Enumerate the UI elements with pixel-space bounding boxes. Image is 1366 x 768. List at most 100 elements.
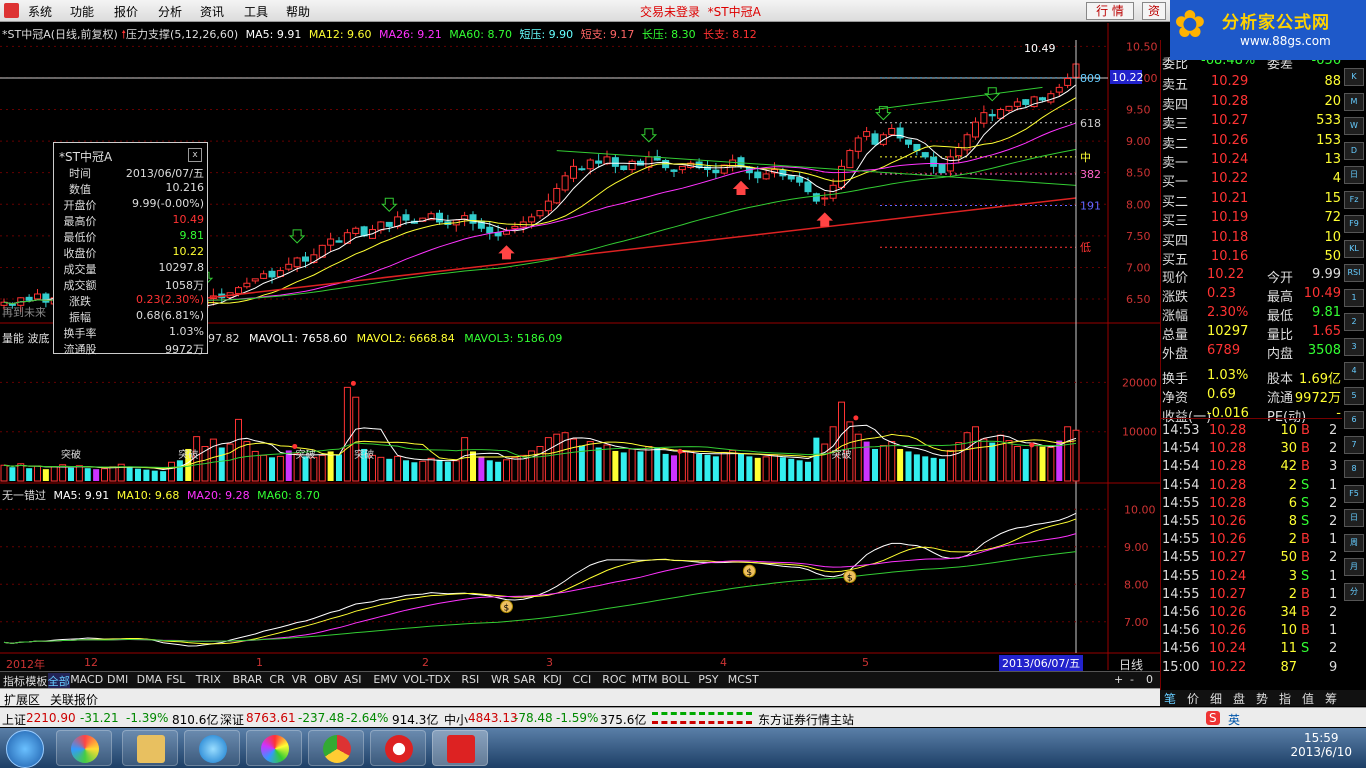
menu-quote[interactable]: 报价: [114, 3, 138, 20]
tab-指标[interactable]: 指标: [3, 673, 25, 689]
tab-psy[interactable]: PSY: [698, 673, 718, 686]
taskbar-player[interactable]: [370, 730, 426, 766]
tab-ctrl-2[interactable]: 0: [1146, 673, 1153, 686]
toolbar-icon-6[interactable]: F9: [1344, 215, 1364, 233]
volume-bar: [377, 456, 385, 482]
volume-bar: [687, 450, 695, 482]
tab-macd[interactable]: MACD: [70, 673, 103, 686]
quote-tab-3[interactable]: 盘: [1233, 690, 1245, 707]
tab-asi[interactable]: ASI: [344, 673, 362, 686]
tab-dmi[interactable]: DMI: [107, 673, 128, 686]
ask-volume: 20: [1324, 93, 1341, 109]
price-axis-label: 7.50: [1126, 230, 1151, 243]
tab-kdj[interactable]: KDJ: [543, 673, 562, 686]
toolbar-icon-20[interactable]: 月: [1344, 558, 1364, 576]
toolbar-icon-12[interactable]: 4: [1344, 362, 1364, 380]
menu-analysis[interactable]: 分析: [158, 3, 182, 20]
toolbar-icon-17[interactable]: F5: [1344, 484, 1364, 503]
tab-obv[interactable]: OBV: [314, 673, 337, 686]
tab-全部[interactable]: 全部: [47, 673, 70, 689]
toolbar-icon-14[interactable]: 6: [1344, 411, 1364, 429]
tab-fsl[interactable]: FSL: [166, 673, 185, 686]
tab-sar[interactable]: SAR: [513, 673, 535, 686]
quote-tab-0[interactable]: 笔: [1164, 690, 1176, 707]
toolbar-icon-9[interactable]: 1: [1344, 288, 1364, 307]
fib-level-label: 809: [1080, 72, 1101, 85]
tab-mtm[interactable]: MTM: [632, 673, 658, 686]
toolbar-icon-13[interactable]: 5: [1344, 386, 1364, 405]
taskbar-ie[interactable]: [184, 730, 240, 766]
close-icon[interactable]: x: [188, 148, 202, 162]
stat-key: 流通: [1267, 391, 1294, 406]
tab-wr[interactable]: WR: [491, 673, 510, 686]
quote-tab-1[interactable]: 价: [1187, 690, 1199, 707]
ext-area-tab[interactable]: 扩展区: [4, 691, 40, 708]
quote-tab-4[interactable]: 势: [1256, 690, 1268, 707]
quote-tab-6[interactable]: 值: [1302, 690, 1314, 707]
toolbar-icon-2[interactable]: W: [1344, 117, 1364, 135]
tick-side: S: [1301, 514, 1310, 529]
tab-mcst[interactable]: MCST: [728, 673, 759, 686]
quote-button[interactable]: 行 情: [1086, 2, 1134, 20]
menu-function[interactable]: 功能: [70, 3, 94, 20]
menu-tools[interactable]: 工具: [244, 3, 268, 20]
system-clock[interactable]: 15:59 2013/6/10: [1290, 731, 1352, 759]
toolbar-icon-8[interactable]: RSI: [1344, 264, 1364, 282]
related-quote-tab[interactable]: 关联报价: [50, 691, 98, 708]
taskbar-active-app[interactable]: [432, 730, 488, 766]
tab-emv[interactable]: EMV: [373, 673, 397, 686]
toolbar-icon-15[interactable]: 7: [1344, 435, 1364, 454]
tick-count: 1: [1329, 477, 1338, 493]
taskbar-chrome[interactable]: [308, 730, 364, 766]
tab-ctrl-1[interactable]: -: [1130, 673, 1134, 686]
windows-start-icon[interactable]: [6, 730, 44, 768]
tab-rsi[interactable]: RSI: [461, 673, 479, 686]
quote-tab-2[interactable]: 细: [1210, 690, 1222, 707]
tab-cci[interactable]: CCI: [573, 673, 592, 686]
toolbar-icon-4[interactable]: 日: [1344, 166, 1364, 184]
info-row: 涨跌 0.23(2.30%): [58, 293, 206, 309]
toolbar-icon-16[interactable]: 8: [1344, 460, 1364, 478]
tab-ctrl-0[interactable]: +: [1114, 673, 1123, 686]
menu-news[interactable]: 资讯: [200, 3, 224, 20]
candle-body: [787, 175, 795, 180]
tab-boll[interactable]: BOLL: [661, 673, 689, 686]
toolbar-icon-19[interactable]: 周: [1344, 533, 1364, 552]
taskbar-explorer[interactable]: [122, 730, 178, 766]
menu-system[interactable]: 系统: [28, 3, 52, 20]
info-row: 成交额 1058万: [58, 277, 206, 293]
tab-cr[interactable]: CR: [269, 673, 284, 686]
quote-tab-7[interactable]: 筹: [1325, 690, 1337, 707]
stat-row: 外盘 6789 内盘 3508: [1161, 343, 1343, 362]
tab-roc[interactable]: ROC: [602, 673, 626, 686]
tab-trix[interactable]: TRIX: [196, 673, 221, 686]
toolbar-icon-18[interactable]: 日: [1344, 509, 1364, 527]
toolbar-icon-0[interactable]: K: [1344, 68, 1364, 86]
taskbar-app-1[interactable]: [56, 730, 112, 766]
toolbar-icon-7[interactable]: KL: [1344, 239, 1364, 258]
toolbar-icon-1[interactable]: M: [1344, 92, 1364, 111]
tick-side: B: [1301, 459, 1310, 475]
info-button[interactable]: 资: [1142, 2, 1166, 20]
candle-body: [553, 187, 561, 204]
toolbar-icon-3[interactable]: D: [1344, 141, 1364, 160]
tab-dma[interactable]: DMA: [137, 673, 163, 686]
tab-模板[interactable]: 模板: [25, 673, 47, 689]
candle-body: [402, 214, 410, 221]
tab-vol-tdx[interactable]: VOL-TDX: [403, 673, 451, 686]
menu-help[interactable]: 帮助: [286, 3, 310, 20]
ime-language[interactable]: 英: [1228, 711, 1240, 728]
taskbar-stock-app[interactable]: [246, 730, 302, 766]
toolbar-icon-10[interactable]: 2: [1344, 313, 1364, 331]
tab-vr[interactable]: VR: [292, 673, 307, 686]
info-value: 1.03%: [169, 325, 204, 338]
toolbar-icon-5[interactable]: Fz: [1344, 190, 1364, 209]
quote-tab-5[interactable]: 指: [1279, 690, 1291, 707]
toolbar-icon-11[interactable]: 3: [1344, 337, 1364, 356]
candle-body: [251, 278, 259, 282]
sh-index-value: 2210.90: [26, 711, 76, 725]
sell-arrow-icon: [381, 197, 398, 212]
tab-brar[interactable]: BRAR: [233, 673, 263, 686]
bar-info-window[interactable]: *ST中冠A x 时间 2013/06/07/五 数值 10.216 开盘价 9.99(-…: [53, 142, 208, 356]
toolbar-icon-21[interactable]: 分: [1344, 582, 1364, 601]
